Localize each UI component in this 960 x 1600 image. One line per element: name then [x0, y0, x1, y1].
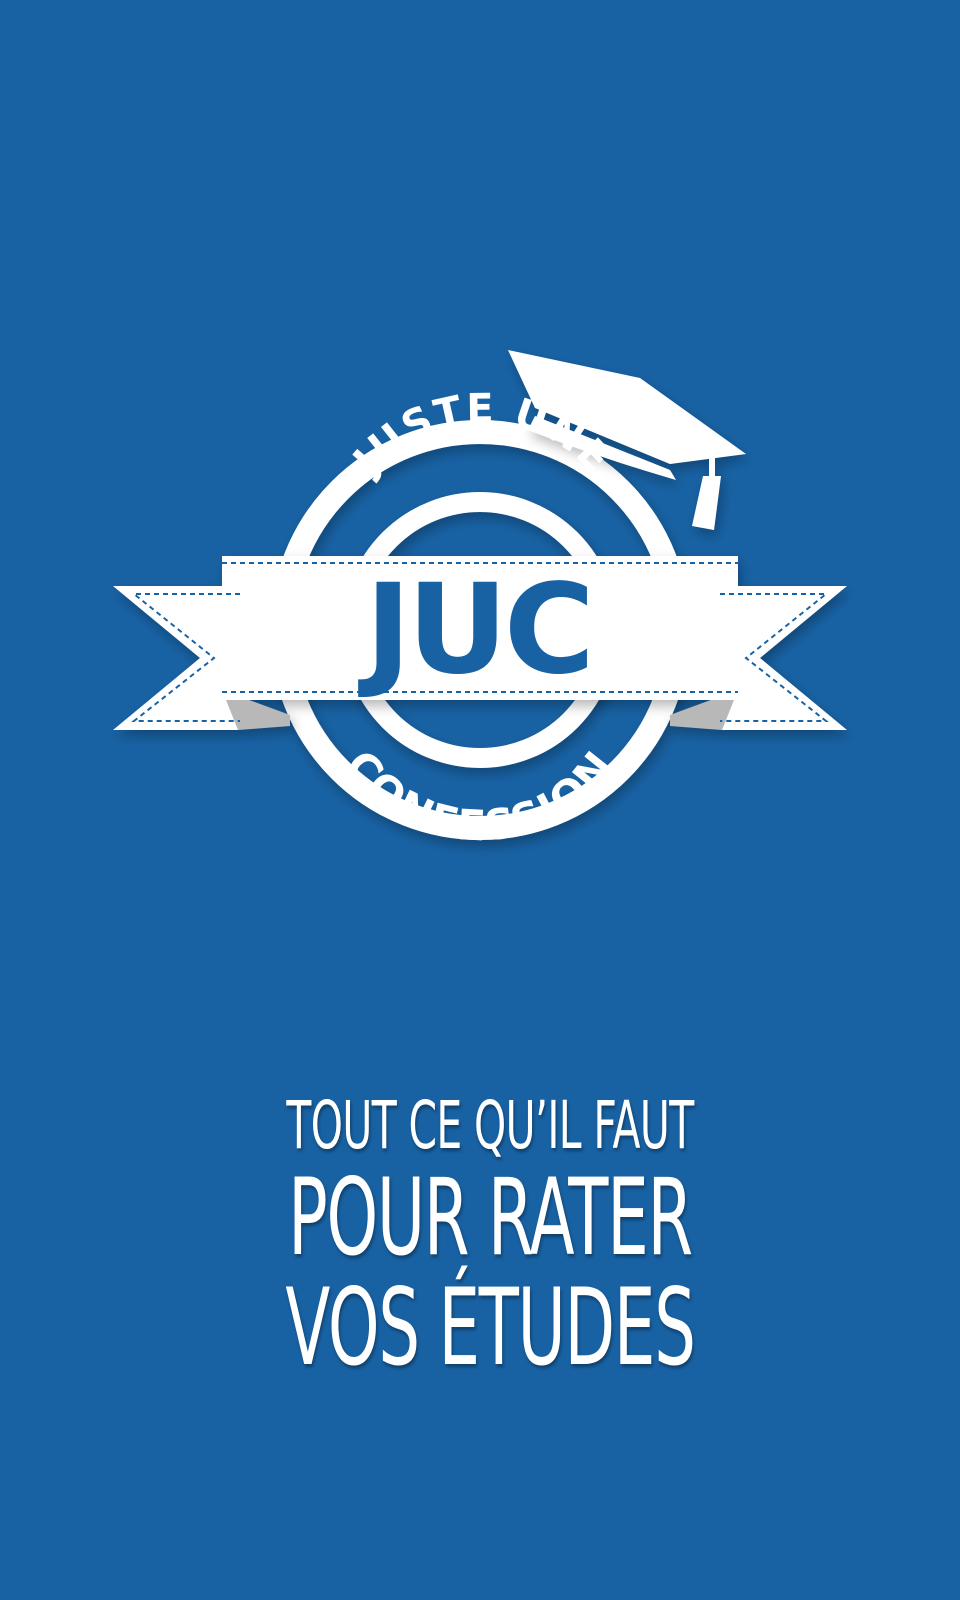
tagline-line-2: POUR RATER — [288, 1156, 693, 1279]
tagline: TOUT CE QU’IL FAUT POUR RATER VOS ÉTUDES — [0, 1090, 960, 1382]
splash-screen: JUSTE UNE JUC CONFESSION TOUT CE QU’IL F… — [0, 0, 960, 1600]
app-logo: JUSTE UNE JUC CONFESSION — [0, 330, 960, 870]
tagline-line-3: VOS ÉTUDES — [285, 1266, 696, 1389]
tagline-line-1: TOUT CE QU’IL FAUT — [286, 1087, 694, 1164]
logo-main-text: JUC — [358, 558, 591, 702]
